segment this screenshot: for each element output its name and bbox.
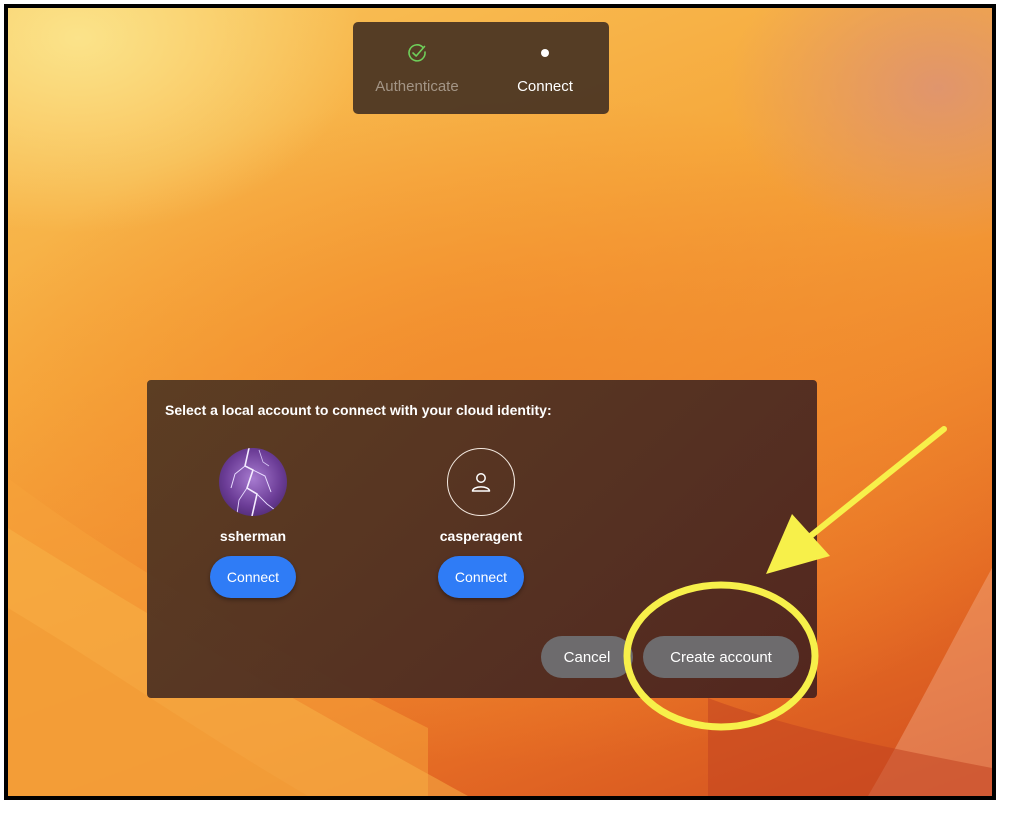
step-authenticate: Authenticate	[353, 22, 481, 114]
dialog-prompt: Select a local account to connect with y…	[165, 402, 552, 418]
connect-button-casperagent[interactable]: Connect	[438, 556, 524, 598]
account-name: ssherman	[219, 528, 287, 544]
account-card-ssherman: ssherman Connect	[183, 448, 323, 608]
step-label-authenticate: Authenticate	[375, 78, 459, 95]
connect-button-ssherman[interactable]: Connect	[210, 556, 296, 598]
account-card-casperagent: casperagent Connect	[411, 448, 551, 608]
step-connect: Connect	[481, 22, 609, 114]
cancel-button[interactable]: Cancel	[541, 636, 633, 678]
screenshot-frame: Authenticate Connect Select a local acco…	[4, 4, 996, 800]
connect-account-dialog: Select a local account to connect with y…	[147, 380, 817, 698]
avatar	[219, 448, 287, 516]
create-account-button[interactable]: Create account	[643, 636, 799, 678]
person-icon	[471, 473, 491, 492]
step-label-connect: Connect	[517, 78, 573, 95]
dot-icon	[534, 42, 556, 64]
lightning-photo	[230, 448, 276, 516]
check-circle-icon	[406, 42, 428, 64]
account-name: casperagent	[439, 528, 523, 544]
avatar	[447, 448, 515, 516]
progress-steps: Authenticate Connect	[353, 22, 609, 114]
